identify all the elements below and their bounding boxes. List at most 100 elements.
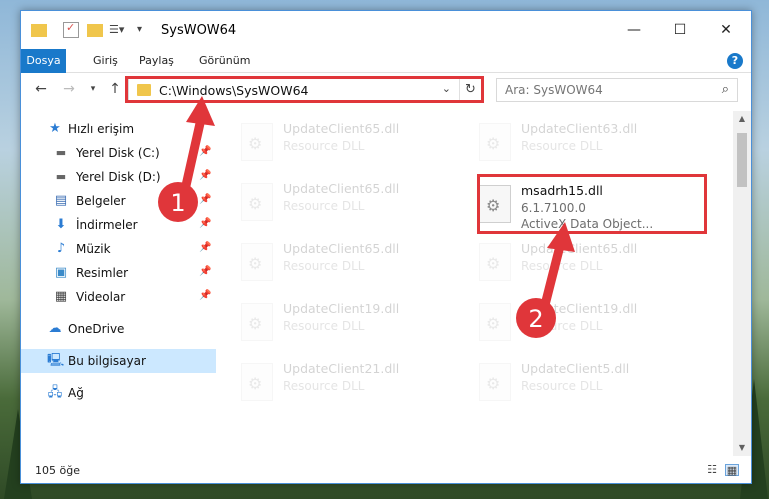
pin-icon[interactable]: 📌 — [199, 194, 211, 205]
pin-icon[interactable]: 📌 — [199, 218, 211, 229]
file-type: Resource DLL — [283, 199, 365, 213]
file-highlight — [477, 174, 707, 234]
file-type: Resource DLL — [283, 259, 365, 273]
sidebar-item-local-disk-c[interactable]: ▬ Yerel Disk (C:) 📌 — [21, 141, 216, 165]
drive-icon: ▬ — [55, 170, 67, 183]
file-name: UpdateClient65.dll — [283, 121, 400, 136]
file-item[interactable]: ⚙ UpdateClient19.dll Resource DLL — [469, 295, 699, 347]
file-type: Resource DLL — [521, 319, 603, 333]
sidebar-item-music[interactable]: ♪ Müzik 📌 — [21, 237, 216, 261]
tab-gorunum[interactable]: Görünüm — [189, 49, 260, 73]
search-box[interactable]: ⌕ — [496, 78, 738, 102]
sidebar-item-label: Belgeler — [76, 194, 126, 208]
help-icon[interactable]: ? — [727, 53, 743, 69]
file-item[interactable]: ⚙ UpdateClient63.dll Resource DLL — [469, 115, 699, 167]
file-type: Resource DLL — [283, 379, 365, 393]
pin-icon[interactable]: 📌 — [199, 266, 211, 277]
vertical-scrollbar[interactable]: ▲ ▼ — [733, 111, 751, 456]
file-name: UpdateClient5.dll — [521, 361, 630, 376]
maximize-button[interactable]: ☐ — [657, 11, 703, 49]
dll-file-icon: ⚙ — [479, 363, 511, 401]
downloads-icon: ⬇ — [55, 217, 67, 232]
item-count: 105 öğe — [35, 464, 80, 477]
sidebar-item-this-pc[interactable]: 🖳 Bu bilgisayar — [21, 349, 216, 373]
sidebar-item-label: İndirmeler — [76, 218, 138, 232]
scroll-up-icon[interactable]: ▲ — [733, 111, 751, 127]
details-view-icon[interactable]: ☷ — [705, 464, 719, 476]
recent-locations-icon[interactable]: ▾ — [83, 84, 103, 94]
tab-dosya[interactable]: Dosya — [21, 49, 66, 73]
dll-file-icon: ⚙ — [479, 243, 511, 281]
sidebar-item-label: OneDrive — [68, 322, 125, 336]
dll-file-icon: ⚙ — [241, 303, 273, 341]
sidebar-item-videos[interactable]: ▦ Videolar 📌 — [21, 285, 216, 309]
customize-toolbar-icon[interactable]: ▾ — [137, 22, 153, 38]
scroll-thumb[interactable] — [737, 133, 747, 187]
dll-file-icon: ⚙ — [241, 243, 273, 281]
network-icon: 🖧 — [47, 385, 63, 400]
sidebar-item-pictures[interactable]: ▣ Resimler 📌 — [21, 261, 216, 285]
file-list: ⚙ UpdateClient65.dll Resource DLL ⚙ Upda… — [217, 111, 733, 456]
file-item[interactable]: ⚙ UpdateClient65.dll Resource DLL — [469, 235, 699, 287]
dll-file-icon: ⚙ — [241, 123, 273, 161]
file-item[interactable]: ⚙ UpdateClient65.dll Resource DLL — [231, 235, 461, 287]
close-button[interactable]: ✕ — [703, 11, 749, 49]
file-type: Resource DLL — [521, 139, 603, 153]
title-bar: ✓ ☰▾ ▾ SysWOW64 — ☐ ✕ — [21, 11, 751, 49]
sidebar-item-documents[interactable]: ▤ Belgeler 📌 — [21, 189, 216, 213]
pin-icon[interactable]: 📌 — [199, 242, 211, 253]
pin-icon[interactable]: 📌 — [199, 170, 211, 181]
tab-giris[interactable]: Giriş — [83, 49, 128, 73]
file-item[interactable]: ⚙ UpdateClient19.dll Resource DLL — [231, 295, 461, 347]
pin-icon[interactable]: 📌 — [199, 146, 211, 157]
search-icon[interactable]: ⌕ — [722, 82, 729, 97]
tab-paylas[interactable]: Paylaş — [129, 49, 184, 73]
file-type: Resource DLL — [521, 259, 603, 273]
minimize-button[interactable]: — — [611, 11, 657, 49]
drive-icon: ▬ — [55, 146, 67, 159]
dll-file-icon: ⚙ — [241, 183, 273, 221]
sidebar-item-local-disk-d[interactable]: ▬ Yerel Disk (D:) 📌 — [21, 165, 216, 189]
search-input[interactable] — [505, 80, 705, 100]
sidebar-item-network[interactable]: 🖧 Ağ — [21, 381, 216, 405]
sidebar-item-quick-access[interactable]: ★ Hızlı erişim — [21, 117, 216, 141]
sidebar-item-label: Yerel Disk (D:) — [76, 170, 161, 184]
view-options-icon[interactable]: ☰▾ — [109, 22, 125, 38]
file-name: UpdateClient65.dll — [283, 181, 400, 196]
forward-arrow-icon[interactable]: → — [59, 81, 79, 97]
address-bar-highlight — [125, 76, 484, 103]
dll-file-icon: ⚙ — [479, 123, 511, 161]
tiles-view-icon[interactable]: ▦ — [725, 464, 739, 477]
documents-icon: ▤ — [54, 193, 68, 208]
sidebar-item-label: Hızlı erişim — [68, 122, 135, 136]
dll-file-icon: ⚙ — [241, 363, 273, 401]
file-item[interactable]: ⚙ UpdateClient21.dll Resource DLL — [231, 355, 461, 407]
pin-icon[interactable]: 📌 — [199, 290, 211, 301]
file-item[interactable]: ⚙ UpdateClient5.dll Resource DLL — [469, 355, 699, 407]
star-icon: ★ — [49, 121, 61, 136]
cloud-icon: ☁ — [48, 321, 62, 336]
properties-icon[interactable]: ✓ — [63, 21, 79, 38]
file-item[interactable]: ⚙ UpdateClient65.dll Resource DLL — [231, 175, 461, 227]
new-folder-icon[interactable] — [87, 24, 103, 37]
back-arrow-icon[interactable]: ← — [31, 81, 51, 97]
explorer-window: ✓ ☰▾ ▾ SysWOW64 — ☐ ✕ Dosya Giriş Paylaş… — [20, 10, 752, 484]
file-type: Resource DLL — [283, 319, 365, 333]
file-type: Resource DLL — [283, 139, 365, 153]
file-name: UpdateClient19.dll — [283, 301, 400, 316]
scroll-down-icon[interactable]: ▼ — [733, 440, 751, 456]
computer-icon: 🖳 — [47, 353, 65, 368]
folder-icon — [31, 24, 47, 37]
navigation-bar: ← → ▾ ↑ C:\Windows\SysWOW64 ⌄ ↻ ⌕ — [21, 73, 751, 107]
file-item[interactable]: ⚙ UpdateClient65.dll Resource DLL — [231, 115, 461, 167]
up-arrow-icon[interactable]: ↑ — [105, 81, 125, 97]
sidebar-item-downloads[interactable]: ⬇ İndirmeler 📌 — [21, 213, 216, 237]
file-name: UpdateClient21.dll — [283, 361, 400, 376]
file-name: UpdateClient65.dll — [283, 241, 400, 256]
sidebar-item-onedrive[interactable]: ☁ OneDrive — [21, 317, 216, 341]
music-icon: ♪ — [56, 241, 66, 256]
sidebar-item-label: Bu bilgisayar — [68, 354, 146, 368]
sidebar-item-label: Yerel Disk (C:) — [76, 146, 160, 160]
videos-icon: ▦ — [54, 289, 68, 304]
file-name: UpdateClient63.dll — [521, 121, 638, 136]
